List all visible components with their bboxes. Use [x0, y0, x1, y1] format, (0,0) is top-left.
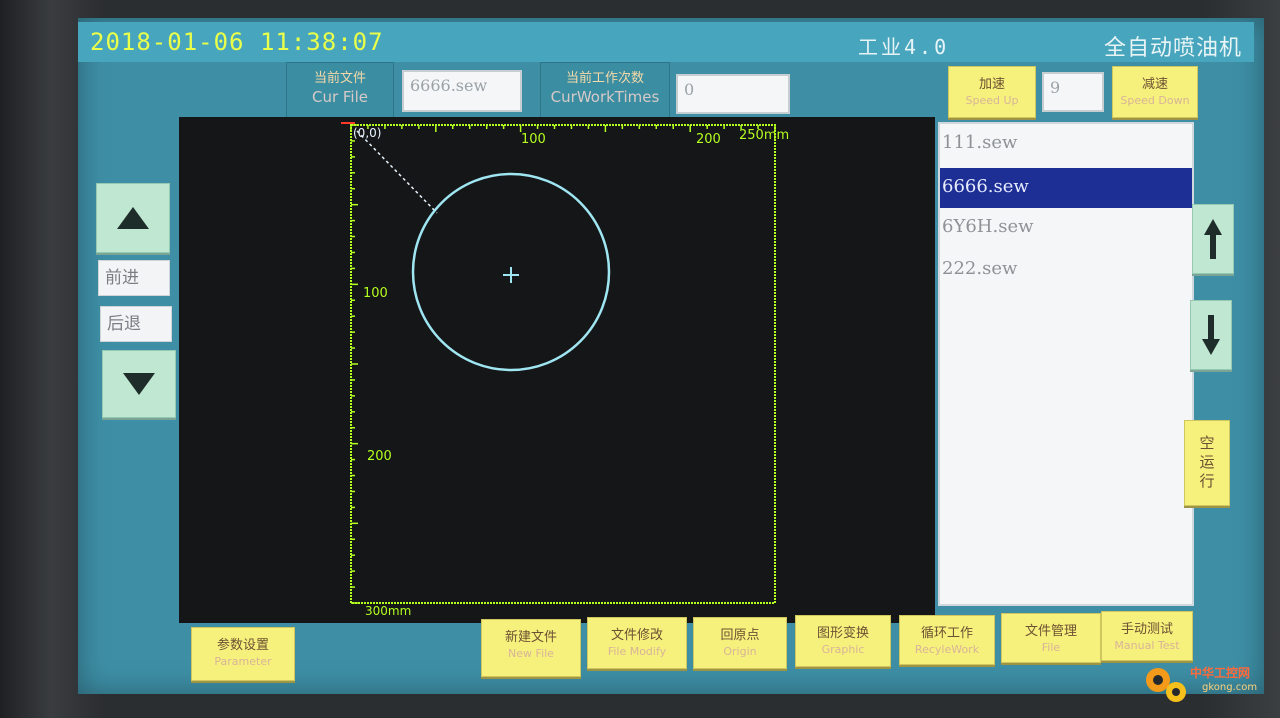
- bottom-button-label-en: Origin: [723, 645, 757, 658]
- bottom-button-label-cn: 回原点: [720, 628, 760, 643]
- work-times-label: 当前工作次数 CurWorkTimes: [540, 62, 670, 118]
- hmi-screen: 2018-01-06 11:38:07 工业4.0 全自动喷油机 当前文件 Cu…: [78, 18, 1264, 694]
- speed-down-label-cn: 减速: [1141, 77, 1168, 92]
- machine-name: 全自动喷油机: [1103, 36, 1242, 61]
- bottom-button-label-en: File Modify: [607, 645, 667, 658]
- y-tick-label-100: 100: [363, 286, 388, 301]
- file-list-item[interactable]: 6666.sew: [940, 168, 1192, 208]
- bottom-button-recylework[interactable]: 循环工作 RecyleWork: [899, 615, 995, 665]
- x-ticks: [350, 125, 776, 132]
- bottom-button-parameter[interactable]: 参数设置 Parameter: [191, 627, 295, 681]
- cur-file-label-cn: 当前文件: [313, 71, 366, 86]
- gear-logo-icon: [1146, 668, 1186, 702]
- bottom-button-label-cn: 文件管理: [1024, 624, 1077, 639]
- speed-up-label-cn: 加速: [978, 77, 1005, 92]
- bottom-button-label-en: File: [1041, 641, 1061, 654]
- bottom-button-label-en: RecyleWork: [914, 643, 980, 656]
- x-max-label: 250mm: [739, 128, 789, 143]
- file-list[interactable]: 111.sew 6666.sew 6Y6H.sew 222.sew: [938, 122, 1194, 606]
- y-tick-label-200: 200: [367, 449, 392, 464]
- y-max-label: 300mm: [365, 604, 411, 618]
- bottom-button-label-en: New File: [508, 647, 554, 660]
- work-times-label-en: CurWorkTimes: [550, 88, 660, 106]
- y-ticks: [351, 124, 358, 604]
- bottom-button-label-cn: 循环工作: [920, 626, 973, 641]
- graphic-preview: (0,0) 100 200 250mm 100 200 300mm: [179, 117, 935, 623]
- bottom-button-origin[interactable]: 回原点 Origin: [693, 617, 787, 669]
- speed-down-button[interactable]: 减速 Speed Down: [1112, 66, 1198, 118]
- forward-label[interactable]: 前进: [98, 260, 170, 296]
- watermark-cn: 中华工控网: [1190, 666, 1251, 680]
- speed-down-label-en: Speed Down: [1120, 94, 1190, 107]
- bottom-button-label-en: Manual Test: [1114, 639, 1180, 652]
- bottom-button-file[interactable]: 文件管理 File: [1001, 613, 1101, 663]
- dry-run-label: 空运行: [1197, 434, 1216, 492]
- scroll-up-button[interactable]: [1192, 204, 1234, 274]
- triangle-up-icon: [117, 207, 149, 229]
- speed-up-label-en: Speed Up: [965, 94, 1019, 107]
- cur-file-label: 当前文件 Cur File: [286, 62, 394, 118]
- travel-path: [356, 130, 438, 214]
- back-label[interactable]: 后退: [100, 306, 172, 342]
- file-list-item[interactable]: 111.sew: [940, 124, 1192, 166]
- bottom-button-file-modify[interactable]: 文件修改 File Modify: [587, 617, 687, 669]
- bottom-button-manual-test[interactable]: 手动测试 Manual Test: [1101, 611, 1193, 661]
- x-tick-label-100: 100: [521, 132, 546, 147]
- plot-area: (0,0) 100 200 250mm 100 200 300mm: [341, 122, 789, 618]
- bottom-button-label-cn: 参数设置: [216, 638, 269, 653]
- bottom-button-label-cn: 新建文件: [504, 630, 557, 645]
- file-list-item[interactable]: 6Y6H.sew: [940, 208, 1192, 250]
- bottom-button-label-en: Parameter: [214, 655, 272, 668]
- scroll-down-button[interactable]: [1190, 300, 1232, 370]
- bottom-button-new-file[interactable]: 新建文件 New File: [481, 619, 581, 677]
- triangle-down-icon: [123, 373, 155, 395]
- plot-frame: [350, 124, 776, 604]
- arrow-up-icon: [1204, 219, 1222, 259]
- arrow-down-icon: [1202, 315, 1220, 355]
- bottom-button-label-cn: 文件修改: [610, 628, 663, 643]
- bottom-button-label-cn: 手动测试: [1120, 622, 1173, 637]
- work-times-label-cn: 当前工作次数: [565, 71, 644, 86]
- watermark-url: gkong.com: [1202, 682, 1258, 693]
- speed-up-button[interactable]: 加速 Speed Up: [948, 66, 1036, 118]
- bottom-button-graphic[interactable]: 图形变换 Graphic: [795, 615, 891, 667]
- speed-value-field[interactable]: 9: [1042, 72, 1104, 112]
- brand-label: 工业4.0: [858, 35, 950, 59]
- origin-label: (0,0): [353, 126, 381, 140]
- x-tick-label-200: 200: [696, 132, 721, 147]
- title-bar: 2018-01-06 11:38:07 工业4.0 全自动喷油机: [78, 22, 1254, 62]
- move-down-button[interactable]: [102, 350, 176, 418]
- datetime-display: 2018-01-06 11:38:07: [90, 28, 384, 56]
- work-times-field[interactable]: 0: [676, 74, 790, 114]
- file-list-item[interactable]: 222.sew: [940, 250, 1192, 292]
- dry-run-button[interactable]: 空运行: [1184, 420, 1230, 506]
- cur-file-field[interactable]: 6666.sew: [402, 70, 522, 112]
- cur-file-label-en: Cur File: [311, 88, 368, 106]
- bottom-button-label-en: Graphic: [821, 643, 865, 656]
- bottom-button-label-cn: 图形变换: [816, 626, 869, 641]
- site-watermark: 中华工控网 gkong.com: [1140, 660, 1270, 710]
- move-up-button[interactable]: [96, 183, 170, 253]
